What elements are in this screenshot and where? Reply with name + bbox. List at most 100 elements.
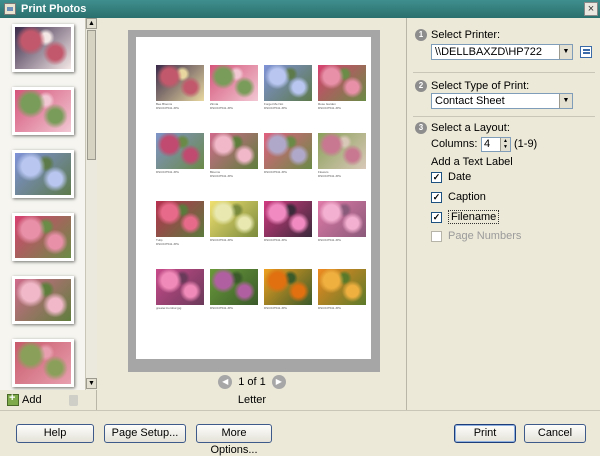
sheet-photo-image bbox=[318, 133, 366, 169]
divider bbox=[413, 116, 595, 117]
sheet-photo: DSC047541.JPG bbox=[264, 201, 312, 242]
options-panel: 1 Select Printer: \\DELLBAXZD\HP722 ▼ 2 … bbox=[406, 18, 600, 410]
step-3-badge: 3 bbox=[415, 122, 427, 134]
thumbnail-3[interactable] bbox=[12, 150, 74, 198]
previous-page-button[interactable]: ◀ bbox=[218, 375, 233, 389]
sheet-photo-filename: DSC047541.JPG bbox=[210, 238, 234, 242]
close-button[interactable]: × bbox=[584, 2, 598, 16]
sheet-photo-image bbox=[264, 65, 312, 101]
sheet-photo-filename: DSC047541.JPG bbox=[318, 306, 342, 310]
print-preview: Bee Blooms DSC047541.JPG Zinnia DSC047541.J… bbox=[98, 18, 406, 410]
sheet-photo: DSC047541.JPG bbox=[210, 269, 258, 310]
sheet-photo-filename: DSC047541.JPG bbox=[318, 238, 342, 242]
window-title: Print Photos bbox=[21, 3, 87, 15]
sheet-photo: greater-bombur.jpg bbox=[156, 269, 204, 310]
sheet-photo-image bbox=[210, 269, 258, 305]
columns-value[interactable]: 4 bbox=[482, 138, 500, 151]
more-options-button[interactable]: More Options... bbox=[196, 424, 272, 456]
sheet-photo-image bbox=[156, 269, 204, 305]
sheet-photo-image bbox=[210, 133, 258, 169]
add-label[interactable]: Add bbox=[22, 394, 42, 406]
dialog-button-bar: Help Page Setup... More Options... Print… bbox=[0, 410, 600, 456]
sheet-photo: Flowers DSC047541.JPG bbox=[318, 133, 366, 178]
page-numbers-checkbox[interactable]: Page Numbers bbox=[431, 230, 521, 242]
sheet-photo-filename: DSC047541.JPG bbox=[264, 306, 288, 310]
printer-value: \\DELLBAXZD\HP722 bbox=[435, 46, 542, 58]
sheet-photo: DSC047541.JPG bbox=[156, 133, 204, 174]
thumbnail-panel: ▲ ▼ bbox=[0, 18, 97, 390]
add-photo-icon[interactable] bbox=[7, 392, 19, 406]
text-label-heading: Add a Text Label bbox=[431, 156, 513, 168]
thumbnail-1[interactable] bbox=[12, 24, 74, 72]
page-indicator: 1 of 1 bbox=[238, 376, 266, 388]
print-button[interactable]: Print bbox=[454, 424, 516, 443]
printer-properties-icon[interactable] bbox=[580, 46, 592, 58]
sheet-photo-filename: DSC047541.JPG bbox=[318, 106, 342, 110]
sheet-photo-filename: DSC047541.JPG bbox=[264, 170, 288, 174]
sheet-photo: Blooms DSC047541.JPG bbox=[210, 133, 258, 178]
sheet-photo-image bbox=[156, 133, 204, 169]
sheet-photo-image bbox=[156, 65, 204, 101]
select-layout-heading: Select a Layout: bbox=[431, 122, 510, 134]
sheet-photo-image bbox=[264, 133, 312, 169]
filename-checkbox[interactable]: ✓ Filename bbox=[431, 210, 500, 224]
thumbnail-5[interactable] bbox=[12, 276, 74, 324]
step-1-badge: 1 bbox=[415, 29, 427, 41]
sheet-photo-filename: DSC047541.JPG bbox=[156, 170, 180, 174]
cancel-button[interactable]: Cancel bbox=[524, 424, 586, 443]
sheet-photo: Rose Garden DSC047541.JPG bbox=[318, 65, 366, 110]
step-2-badge: 2 bbox=[415, 80, 427, 92]
divider bbox=[413, 72, 595, 73]
checkbox-box[interactable]: ✓ bbox=[431, 171, 442, 183]
checkbox-box[interactable]: ✓ bbox=[431, 211, 442, 223]
help-button[interactable]: Help bbox=[16, 424, 94, 443]
chevron-down-icon[interactable]: ▼ bbox=[559, 45, 572, 59]
page-navigator: ◀ 1 of 1 ▶ bbox=[98, 373, 406, 391]
scrollbar-thumb[interactable] bbox=[87, 30, 96, 160]
sheet-photo-filename: DSC047541.JPG bbox=[210, 306, 234, 310]
print-type-select[interactable]: Contact Sheet ▼ bbox=[431, 93, 573, 109]
sheet-photo: Forget Me Not DSC047541.JPG bbox=[264, 65, 312, 110]
thumbnail-scrollbar[interactable]: ▲ ▼ bbox=[85, 18, 97, 390]
contact-sheet-page: Bee Blooms DSC047541.JPG Zinnia DSC047541.J… bbox=[136, 37, 371, 359]
thumbnail-2[interactable] bbox=[12, 87, 74, 135]
next-page-button[interactable]: ▶ bbox=[271, 375, 286, 389]
sheet-photo-filename: DSC047541.JPG bbox=[264, 106, 288, 110]
sheet-photo-filename: DSC047541.JPG bbox=[318, 174, 342, 178]
checkbox-label[interactable]: Date bbox=[448, 171, 471, 183]
sheet-photo-image bbox=[156, 201, 204, 237]
checkbox-label[interactable]: Caption bbox=[448, 191, 486, 203]
sheet-photo-image bbox=[318, 65, 366, 101]
sheet-photo-image bbox=[210, 65, 258, 101]
checkbox-box[interactable] bbox=[431, 230, 442, 242]
sheet-photo-image bbox=[264, 201, 312, 237]
sheet-photo: DSC047541.JPG bbox=[264, 133, 312, 174]
stepper-arrows-icon[interactable]: ▲ ▼ bbox=[500, 138, 510, 151]
printer-select[interactable]: \\DELLBAXZD\HP722 ▼ bbox=[431, 44, 573, 60]
sheet-photo-filename: greater-bombur.jpg bbox=[156, 306, 182, 310]
checkbox-label[interactable]: Filename bbox=[448, 210, 500, 224]
columns-stepper[interactable]: 4 ▲ ▼ bbox=[481, 137, 511, 152]
date-checkbox[interactable]: ✓ Date bbox=[431, 171, 471, 183]
chevron-down-icon[interactable]: ▼ bbox=[559, 94, 572, 108]
scroll-down-button[interactable]: ▼ bbox=[86, 378, 97, 389]
page-setup-button[interactable]: Page Setup... bbox=[104, 424, 186, 443]
caption-checkbox[interactable]: ✓ Caption bbox=[431, 191, 486, 203]
trash-icon[interactable] bbox=[68, 394, 78, 406]
checkbox-box[interactable]: ✓ bbox=[431, 191, 442, 203]
thumbnail-toolbar: Add bbox=[0, 390, 97, 410]
sheet-photo-filename: DSC047541.JPG bbox=[210, 106, 234, 110]
sheet-photo-filename: DSC047541.JPG bbox=[264, 238, 288, 242]
sheet-photo-image bbox=[318, 201, 366, 237]
paper-size-label: Letter bbox=[237, 394, 267, 406]
columns-range: (1-9) bbox=[514, 138, 538, 150]
columns-label: Columns: bbox=[431, 138, 478, 150]
sheet-photo-image bbox=[210, 201, 258, 237]
thumbnail-6[interactable] bbox=[12, 339, 74, 387]
sheet-photo-filename: DSC047541.JPG bbox=[210, 174, 234, 178]
select-printer-heading: Select Printer: bbox=[431, 29, 501, 41]
thumbnail-4[interactable] bbox=[12, 213, 74, 261]
sheet-photo: DSC047541.JPG bbox=[318, 269, 366, 310]
sheet-photo: Bee Blooms DSC047541.JPG bbox=[156, 65, 204, 110]
scroll-up-button[interactable]: ▲ bbox=[86, 18, 97, 29]
